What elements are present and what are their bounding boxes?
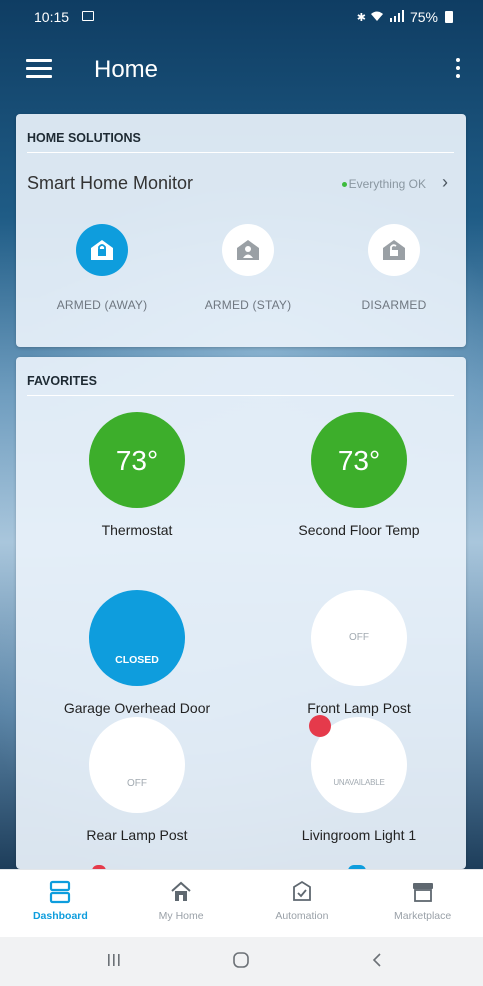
armed-away-label: ARMED (AWAY) [56,298,148,312]
favorites-divider [27,395,454,396]
home-button-icon[interactable] [232,950,252,975]
smart-home-monitor-row[interactable]: Smart Home Monitor Everything OK › [27,169,454,199]
header-divider [27,152,454,153]
nav-automation[interactable]: Automation [242,870,363,938]
chevron-right-icon: › [442,172,448,192]
garage-door-name: Garage Overhead Door [63,700,211,716]
system-navigation-bar [0,937,483,986]
favorite-front-lamp[interactable]: OFF Front Lamp Post [254,590,464,716]
signal-icon [388,9,406,25]
second-floor-temp-value: 73° [337,445,381,476]
nfc-icon: ✱ [356,11,366,24]
nav-dashboard-label: Dashboard [32,910,88,922]
wifi-icon [370,10,384,25]
smart-home-monitor-label: Smart Home Monitor [27,173,194,193]
status-bar: 10:15 ✱ 75% [0,0,483,32]
automation-icon [242,880,363,906]
battery-icon [445,11,453,23]
disarmed-icon [368,224,420,276]
storefront-icon [362,880,483,906]
recent-apps-icon[interactable] [106,950,122,975]
armed-stay-icon [222,224,274,276]
livingroom-light-state: UNAVAILABLE [333,778,385,787]
mode-armed-stay[interactable]: ARMED (STAY) [188,224,308,312]
dashboard-icon [0,880,121,906]
monitor-status-text: Everything OK [348,177,426,191]
nav-my-home[interactable]: My Home [121,870,242,938]
more-options-icon[interactable] [453,58,463,80]
livingroom-light-bubble: UNAVAILABLE [309,715,407,813]
bottom-navigation: Dashboard My Home Automation Marketplace [0,869,483,938]
second-floor-temp-bubble: 73° [311,412,407,508]
status-time: 10:15 [34,9,70,25]
alert-badge [309,715,331,737]
nav-automation-label: Automation [275,910,329,922]
favorite-second-floor-temp[interactable]: 73° Second Floor Temp [254,412,464,538]
image-notification-icon [82,11,94,21]
garage-door-bubble: CLOSED [89,590,185,686]
page-title: Home [94,56,159,83]
status-icons: ✱ 75% [357,9,453,25]
rear-lamp-name: Rear Lamp Post [86,827,188,843]
nav-my-home-label: My Home [158,910,204,922]
rear-lamp-bubble: OFF [89,717,185,813]
armed-stay-label: ARMED (STAY) [204,298,292,312]
favorite-garage-door[interactable]: CLOSED Garage Overhead Door [32,590,242,716]
armed-away-icon [76,224,128,276]
app-bar: Home [0,32,483,110]
front-lamp-name: Front Lamp Post [307,700,411,716]
nav-marketplace[interactable]: Marketplace [362,870,483,938]
garage-door-state: CLOSED [115,654,159,666]
nav-dashboard[interactable]: Dashboard [0,870,121,938]
thermostat-bubble: 73° [89,412,185,508]
thermostat-value: 73° [115,445,159,476]
monitor-status: Everything OK [341,177,426,191]
home-icon [121,880,242,906]
second-floor-temp-name: Second Floor Temp [298,522,420,538]
front-lamp-bubble: OFF [311,590,407,686]
favorites-header: FAVORITES [27,374,97,388]
nav-marketplace-label: Marketplace [394,910,452,922]
battery-percent: 75% [409,9,438,25]
hamburger-menu-icon[interactable] [26,59,52,79]
back-icon[interactable] [370,950,384,975]
favorite-rear-lamp[interactable]: OFF Rear Lamp Post [32,717,242,843]
front-lamp-state: OFF [349,632,369,643]
status-ok-dot [341,182,347,188]
livingroom-light-name: Livingroom Light 1 [301,827,417,843]
thermostat-name: Thermostat [101,522,173,538]
rear-lamp-state: OFF [127,778,147,789]
favorite-thermostat[interactable]: 73° Thermostat [32,412,242,538]
disarmed-label: DISARMED [361,298,427,312]
favorites-card: FAVORITES 73° Thermostat 73° Second Floo… [16,357,466,869]
mode-armed-away[interactable]: ARMED (AWAY) [42,224,162,312]
home-solutions-card: HOME SOLUTIONS Smart Home Monitor Everyt… [16,114,466,347]
home-solutions-header: HOME SOLUTIONS [27,131,141,145]
favorite-livingroom-light[interactable]: UNAVAILABLE Livingroom Light 1 [254,715,464,843]
mode-disarmed[interactable]: DISARMED [334,224,454,312]
